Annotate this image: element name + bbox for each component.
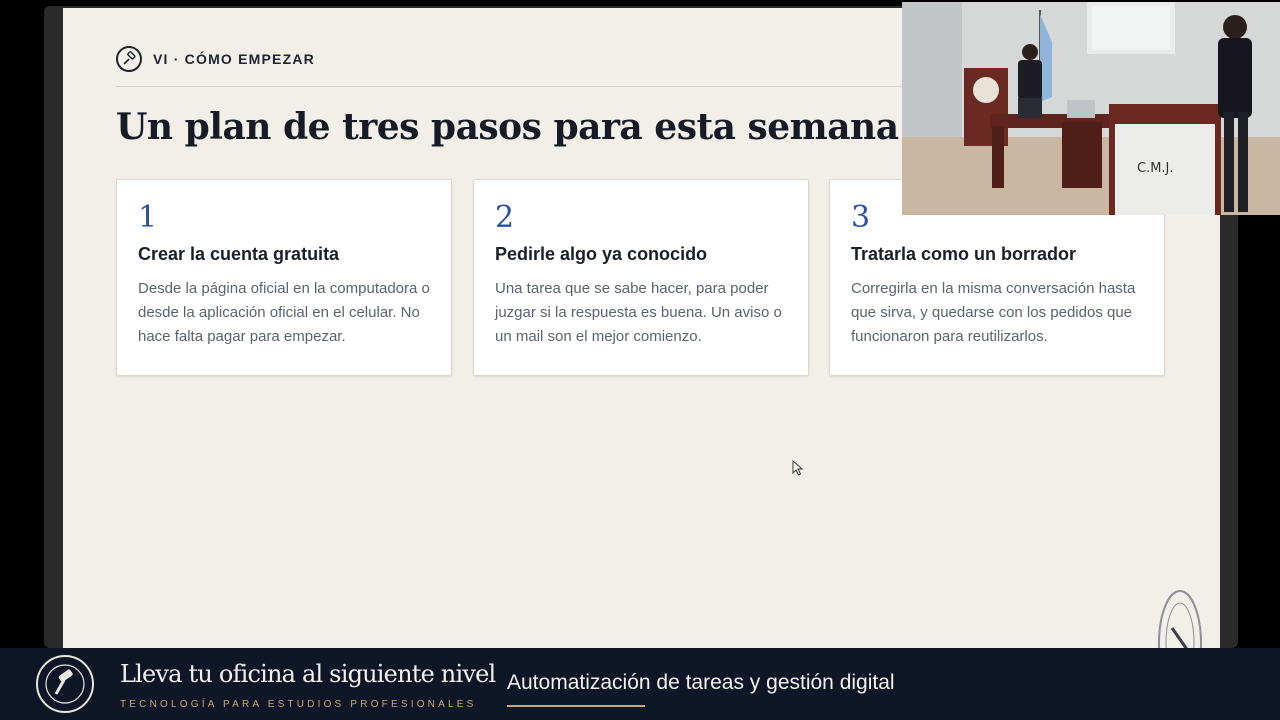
step-title: Crear la cuenta gratuita <box>138 244 340 264</box>
step-description: Corregirla en la misma conversación hast… <box>851 280 1136 345</box>
step-card-2: 2 Pedirle algo ya conocido Una tarea que… <box>473 179 809 376</box>
section-header: VI · CÓMO EMPEZAR <box>116 46 315 72</box>
webcam-feed: C.M.J. <box>902 2 1280 215</box>
step-number: 2 <box>495 200 515 235</box>
step-card-1: 1 Crear la cuenta gratuita Desde la pági… <box>116 179 452 376</box>
section-label: VI · CÓMO EMPEZAR <box>153 51 315 67</box>
banner-tagline: Automatización de tareas y gestión digit… <box>507 671 895 694</box>
step-number: 1 <box>138 200 158 235</box>
slide-title: Un plan de tres pasos para esta semana <box>116 106 899 148</box>
cursor-icon <box>792 460 804 476</box>
bottom-banner: Lleva tu oficina al siguiente nivel TECN… <box>0 648 1280 720</box>
step-title: Tratarla como un borrador <box>851 244 1077 264</box>
step-title: Pedirle algo ya conocido <box>495 244 708 264</box>
podium-text: C.M.J. <box>1137 161 1174 176</box>
tagline-underline <box>507 705 645 707</box>
banner-title: Lleva tu oficina al siguiente nivel <box>120 660 496 688</box>
logo-icon <box>36 655 94 713</box>
banner-subtitle: TECNOLOGÍA PARA ESTUDIOS PROFESIONALES <box>120 699 477 710</box>
gavel-icon <box>116 46 142 72</box>
step-description: Desde la página oficial en la computador… <box>138 280 430 345</box>
step-description: Una tarea que se sabe hacer, para poder … <box>495 280 782 345</box>
